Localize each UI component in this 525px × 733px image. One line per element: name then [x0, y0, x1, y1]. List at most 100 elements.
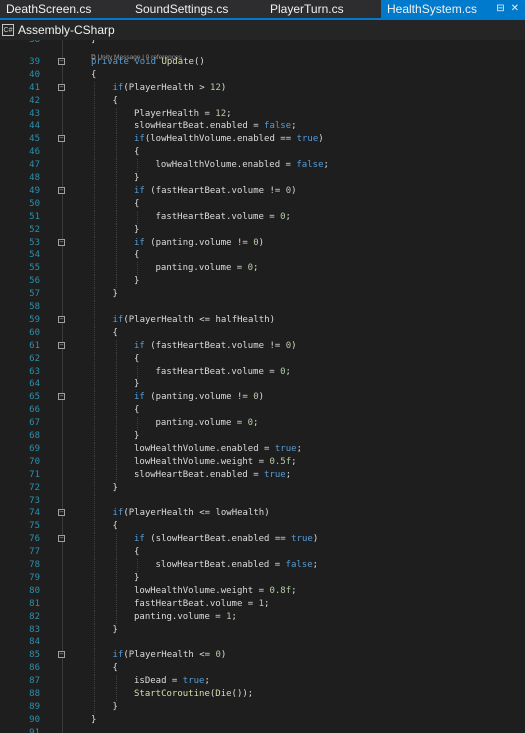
tab-playerturn[interactable]: PlayerTurn.cs	[264, 0, 381, 18]
code-line[interactable]: 85 − if(PlayerHealth <= 0)	[0, 649, 525, 663]
code-line[interactable]: 64}	[0, 378, 525, 392]
code-line[interactable]: 47 lowHealthVolume.enabled = false;	[0, 159, 525, 173]
collapse-icon[interactable]: −	[58, 535, 65, 543]
code-line[interactable]: 77 {	[0, 546, 525, 560]
code-line[interactable]: 41 − if(PlayerHealth > 12)	[0, 81, 525, 95]
close-icon[interactable]: ✕	[511, 0, 519, 18]
code-line[interactable]: 48}	[0, 172, 525, 185]
code-line[interactable]: 69 lowHealthVolume.enabled = true;	[0, 442, 525, 456]
code-line[interactable]: 44 slowHeartBeat.enabled = false;	[0, 120, 525, 134]
collapse-icon[interactable]: −	[58, 509, 65, 517]
indent-guide	[94, 352, 95, 366]
code-line[interactable]: 42 {	[0, 94, 525, 108]
code-line[interactable]: 78 slowHeartBeat.enabled = false;	[0, 559, 525, 572]
code-line[interactable]: 46 {	[0, 146, 525, 160]
code-line[interactable]: 71 slowHeartBeat.enabled = true;	[0, 468, 525, 482]
code-line[interactable]: 67 panting.volume = 0;	[0, 417, 525, 431]
indent-guide	[94, 197, 95, 211]
code-line[interactable]: 57}	[0, 288, 525, 302]
text-token: )	[220, 650, 227, 661]
code-line[interactable]: 86 {	[0, 662, 525, 676]
code-line[interactable]: 90}	[0, 714, 525, 727]
code-line[interactable]: 73	[0, 494, 525, 508]
line-number: 90	[29, 714, 40, 725]
line-number: 77	[29, 547, 40, 558]
text-token: }	[134, 224, 140, 235]
code-line[interactable]: 65 − if (panting.volume != 0)	[0, 391, 525, 405]
collapse-icon[interactable]: −	[58, 651, 65, 659]
code-line[interactable]: 87 isDead = true;	[0, 675, 525, 689]
code-editor[interactable]: 38} ⧉ Unity Message | 0 references 39− priv…	[0, 40, 525, 733]
code-line[interactable]: 50 {	[0, 197, 525, 211]
code-line[interactable]: 56}	[0, 275, 525, 289]
text-token: ;	[253, 418, 259, 429]
code-line[interactable]: 45 − if(lowHealthVolume.enabled == true)	[0, 133, 525, 147]
code-line[interactable]: 61 − if (fastHeartBeat.volume != 0)	[0, 339, 525, 353]
collapse-icon[interactable]: −	[58, 315, 65, 323]
code-line[interactable]: 40 {	[0, 69, 525, 82]
code-line[interactable]: 63 fastHeartBeat.volume = 0;	[0, 365, 525, 379]
code-line[interactable]: 54 {	[0, 249, 525, 263]
number-token: 0.5f	[269, 456, 292, 467]
code-line[interactable]: 43 PlayerHealth = 12;	[0, 107, 525, 121]
code-line[interactable]: 51 fastHeartBeat.volume = 0;	[0, 210, 525, 224]
collapse-icon[interactable]: −	[58, 238, 65, 246]
code-line[interactable]: 66 {	[0, 404, 525, 418]
code-line[interactable]: 49 − if (fastHeartBeat.volume != 0)	[0, 184, 525, 198]
collapse-icon[interactable]: −	[58, 186, 65, 194]
code-line[interactable]: 80 lowHealthVolume.weight = 0.8f;	[0, 584, 525, 598]
code-line[interactable]: 39 − private void Update()	[0, 56, 525, 69]
code-line[interactable]: 76 − if (slowHeartBeat.enabled == true)	[0, 533, 525, 547]
code-line[interactable]: 75 {	[0, 520, 525, 534]
code-line[interactable]: 72}	[0, 481, 525, 495]
code-line[interactable]: 82 panting.volume = 1;	[0, 610, 525, 624]
code-line[interactable]: 60 {	[0, 326, 525, 340]
code-line[interactable]: 88 StartCoroutine(Die());	[0, 688, 525, 701]
code-line[interactable]: 55 panting.volume = 0;	[0, 262, 525, 276]
code-line[interactable]: 59 − if(PlayerHealth <= halfHealth)	[0, 313, 525, 327]
code-line[interactable]: 91	[0, 727, 525, 733]
code-line[interactable]: 79}	[0, 571, 525, 585]
indent-guide	[94, 262, 95, 276]
indent-guide	[94, 546, 95, 560]
code-line[interactable]: 38}	[0, 40, 525, 47]
text-token: ;	[296, 443, 302, 454]
collapse-icon[interactable]: −	[58, 341, 65, 349]
code-line[interactable]: 81 fastHeartBeat.volume = 1;	[0, 597, 525, 611]
tab-healthsystem[interactable]: HealthSystem.cs ⊟ ✕	[381, 0, 525, 18]
code-line[interactable]: 89}	[0, 700, 525, 714]
indent-guide	[115, 210, 117, 224]
line-number: 66	[29, 405, 40, 416]
line-number: 89	[29, 701, 40, 712]
indent-guide	[115, 262, 117, 276]
text-token: ;	[253, 263, 259, 274]
code-text: isDead = true;	[134, 675, 210, 688]
code-line[interactable]: 68}	[0, 430, 525, 443]
tab-soundsettings[interactable]: SoundSettings.cs	[129, 0, 264, 18]
code-text: lowHealthVolume.enabled = true;	[134, 443, 302, 456]
project-dropdown[interactable]: Assembly-CSharp	[18, 23, 115, 37]
indent-guide	[115, 275, 117, 289]
code-line[interactable]: 52}	[0, 223, 525, 237]
code-line[interactable]: 62 {	[0, 352, 525, 366]
code-line[interactable]: 53 − if (panting.volume != 0)	[0, 236, 525, 250]
collapse-icon[interactable]: −	[58, 393, 65, 401]
collapse-icon[interactable]: −	[58, 135, 65, 143]
code-text: }	[134, 224, 139, 237]
code-text: fastHeartBeat.volume = 1;	[134, 598, 269, 611]
indent-guide	[137, 262, 138, 276]
code-line[interactable]: 84	[0, 636, 525, 650]
collapse-icon[interactable]: −	[58, 57, 65, 65]
code-line[interactable]: 70 lowHealthVolume.weight = 0.5f;	[0, 455, 525, 469]
collapse-icon[interactable]: −	[58, 83, 65, 91]
code-line[interactable]: 58	[0, 301, 525, 314]
keyword-token: private	[91, 56, 129, 67]
code-text: if (slowHeartBeat.enabled == true)	[134, 533, 318, 546]
code-line[interactable]: 74 − if(PlayerHealth <= lowHealth)	[0, 507, 525, 521]
pin-icon[interactable]: ⊟	[496, 0, 504, 18]
tab-deathscreen[interactable]: DeathScreen.cs	[0, 0, 129, 18]
indent-guide	[115, 391, 117, 405]
code-text: if (panting.volume != 0)	[134, 237, 264, 250]
indent-guide	[115, 133, 117, 147]
code-line[interactable]: 83}	[0, 623, 525, 637]
